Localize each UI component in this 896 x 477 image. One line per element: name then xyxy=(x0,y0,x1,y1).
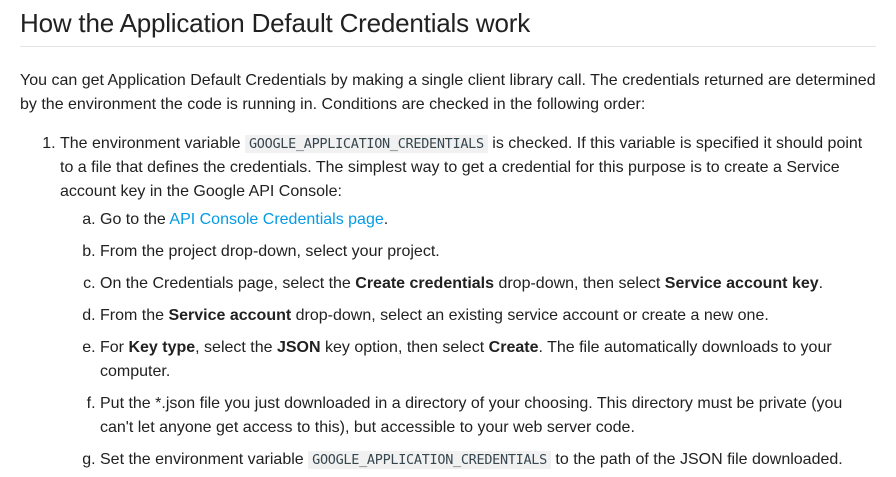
section-heading: How the Application Default Credentials … xyxy=(20,0,876,47)
substep-e-t2: , select the xyxy=(195,339,277,356)
substep-a-pre: Go to the xyxy=(100,211,170,228)
substep-f: Put the *.json file you just downloaded … xyxy=(100,392,876,440)
service-account-label: Service account xyxy=(168,307,292,324)
substep-a-post: . xyxy=(383,211,389,228)
intro-paragraph: You can get Application Default Credenti… xyxy=(20,72,876,113)
service-account-key-label: Service account key xyxy=(664,275,819,292)
substep-b-text: From the project drop-down, select your … xyxy=(100,243,440,260)
substep-f-text: Put the *.json file you just downloaded … xyxy=(100,395,843,436)
substep-c-t3: . xyxy=(818,275,824,292)
substep-d-t2: drop-down, select an existing service ac… xyxy=(291,307,769,324)
json-label: JSON xyxy=(276,339,321,356)
substep-e: For Key type, select the JSON key option… xyxy=(100,336,876,384)
steps-list: The environment variable GOOGLE_APPLICAT… xyxy=(20,132,876,472)
substep-a: Go to the API Console Credentials page. xyxy=(100,208,876,232)
substep-c-t2: drop-down, then select xyxy=(494,275,665,292)
substep-d: From the Service account drop-down, sele… xyxy=(100,304,876,328)
doc-page: How the Application Default Credentials … xyxy=(0,0,896,477)
substep-c-t1: On the Credentials page, select the xyxy=(100,275,356,292)
env-var-code: GOOGLE_APPLICATION_CREDENTIALS xyxy=(244,135,488,153)
substep-b: From the project drop-down, select your … xyxy=(100,240,876,264)
substep-g: Set the environment variable GOOGLE_APPL… xyxy=(100,448,876,472)
substep-d-t1: From the xyxy=(100,307,169,324)
substep-g-post: to the path of the JSON file downloaded. xyxy=(550,451,843,468)
create-label: Create xyxy=(488,339,539,356)
api-console-credentials-link[interactable]: API Console Credentials page xyxy=(169,211,383,228)
step-1-text-pre: The environment variable xyxy=(60,135,245,152)
key-type-label: Key type xyxy=(128,339,196,356)
substep-e-t3: key option, then select xyxy=(320,339,489,356)
step-1: The environment variable GOOGLE_APPLICAT… xyxy=(60,132,876,472)
substep-e-t1: For xyxy=(100,339,129,356)
create-credentials-label: Create credentials xyxy=(355,275,494,292)
substep-c: On the Credentials page, select the Crea… xyxy=(100,272,876,296)
substep-g-pre: Set the environment variable xyxy=(100,451,309,468)
substeps-list: Go to the API Console Credentials page. … xyxy=(60,208,876,472)
env-var-code-2: GOOGLE_APPLICATION_CREDENTIALS xyxy=(308,451,551,469)
